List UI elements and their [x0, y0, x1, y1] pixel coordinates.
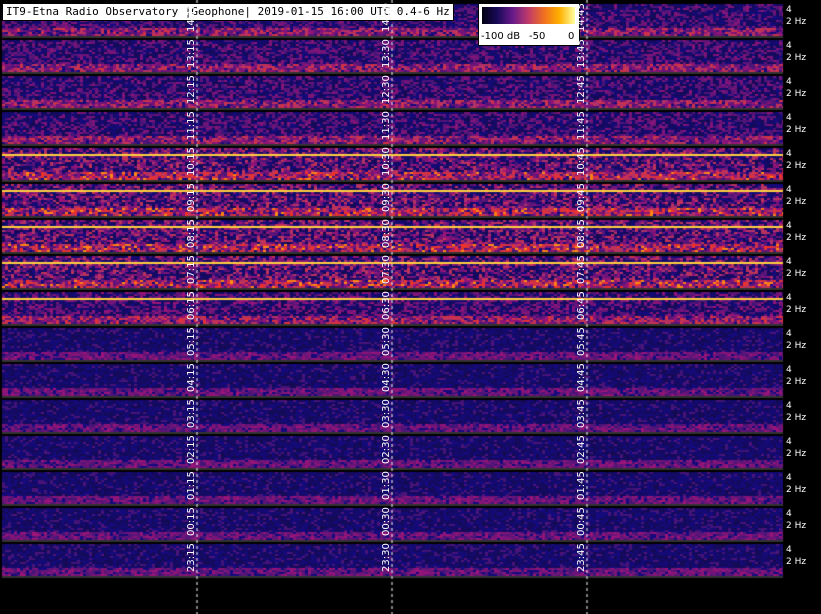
- freq-label-top: 4: [786, 113, 792, 123]
- legend-min: -100 dB: [481, 31, 521, 42]
- freq-label-top: 4: [786, 77, 792, 87]
- freq-label-top: 4: [786, 473, 792, 483]
- freq-label-top: 4: [786, 185, 792, 195]
- freq-label-bottom: 2 Hz: [786, 305, 807, 315]
- time-label: 08:30: [381, 219, 392, 248]
- time-label: 10:45: [576, 147, 587, 176]
- time-label: 01:30: [381, 471, 392, 500]
- time-label: 08:15: [186, 219, 197, 248]
- time-label: 23:15: [186, 543, 197, 572]
- time-label: 02:15: [186, 435, 197, 464]
- legend-color-bar: [482, 7, 575, 24]
- freq-label-bottom: 2 Hz: [786, 125, 807, 135]
- freq-label-bottom: 2 Hz: [786, 413, 807, 423]
- freq-label-top: 4: [786, 293, 792, 303]
- freq-label-bottom: 2 Hz: [786, 197, 807, 207]
- time-label: 23:45: [576, 543, 587, 572]
- legend-max: 0: [568, 31, 575, 42]
- time-label: 07:15: [186, 255, 197, 284]
- time-label: 12:30: [381, 75, 392, 104]
- time-label: 04:30: [381, 363, 392, 392]
- time-label: 06:30: [381, 291, 392, 320]
- time-label: 09:30: [381, 183, 392, 212]
- spectrogram: [0, 0, 821, 614]
- time-label: 00:15: [186, 507, 197, 536]
- time-label: 07:30: [381, 255, 392, 284]
- freq-label-bottom: 2 Hz: [786, 89, 807, 99]
- freq-label-top: 4: [786, 257, 792, 267]
- time-label: 03:45: [576, 399, 587, 428]
- time-label: 05:30: [381, 327, 392, 356]
- time-label: 00:30: [381, 507, 392, 536]
- time-label: 13:45: [576, 39, 587, 68]
- time-label: 02:45: [576, 435, 587, 464]
- color-legend: -100 dB -50 0: [478, 3, 580, 46]
- freq-label-bottom: 2 Hz: [786, 341, 807, 351]
- time-label: 09:15: [186, 183, 197, 212]
- freq-label-bottom: 2 Hz: [786, 17, 807, 27]
- time-label: 13:30: [381, 39, 392, 68]
- time-label: 14:30: [381, 3, 392, 32]
- time-label: 14:45: [576, 3, 587, 32]
- time-label: 14:15: [186, 3, 197, 32]
- time-label: 00:45: [576, 507, 587, 536]
- time-label: 11:45: [576, 111, 587, 140]
- freq-label-top: 4: [786, 149, 792, 159]
- freq-label-bottom: 2 Hz: [786, 557, 807, 567]
- time-label: 05:45: [576, 327, 587, 356]
- time-label: 01:45: [576, 471, 587, 500]
- freq-label-bottom: 2 Hz: [786, 269, 807, 279]
- time-label: 10:15: [186, 147, 197, 176]
- time-label: 11:30: [381, 111, 392, 140]
- freq-label-bottom: 2 Hz: [786, 53, 807, 63]
- time-label: 04:15: [186, 363, 197, 392]
- time-label: 02:30: [381, 435, 392, 464]
- freq-label-top: 4: [786, 5, 792, 15]
- time-label: 13:15: [186, 39, 197, 68]
- freq-label-top: 4: [786, 365, 792, 375]
- time-label: 10:30: [381, 147, 392, 176]
- time-label: 07:45: [576, 255, 587, 284]
- freq-label-top: 4: [786, 545, 792, 555]
- time-label: 03:30: [381, 399, 392, 428]
- time-label: 12:15: [186, 75, 197, 104]
- time-label: 01:15: [186, 471, 197, 500]
- freq-label-top: 4: [786, 41, 792, 51]
- freq-label-bottom: 2 Hz: [786, 485, 807, 495]
- time-label: 12:45: [576, 75, 587, 104]
- time-label: 05:15: [186, 327, 197, 356]
- freq-label-bottom: 2 Hz: [786, 449, 807, 459]
- freq-label-bottom: 2 Hz: [786, 521, 807, 531]
- time-label: 04:45: [576, 363, 587, 392]
- freq-label-top: 4: [786, 221, 792, 231]
- freq-label-top: 4: [786, 437, 792, 447]
- freq-label-bottom: 2 Hz: [786, 377, 807, 387]
- time-label: 06:15: [186, 291, 197, 320]
- time-label: 08:45: [576, 219, 587, 248]
- freq-label-bottom: 2 Hz: [786, 161, 807, 171]
- time-label: 03:15: [186, 399, 197, 428]
- time-label: 06:45: [576, 291, 587, 320]
- freq-label-top: 4: [786, 401, 792, 411]
- time-label: 23:30: [381, 543, 392, 572]
- time-label: 09:45: [576, 183, 587, 212]
- freq-label-bottom: 2 Hz: [786, 233, 807, 243]
- freq-label-top: 4: [786, 329, 792, 339]
- time-label: 11:15: [186, 111, 197, 140]
- freq-label-top: 4: [786, 509, 792, 519]
- legend-mid: -50: [529, 31, 546, 42]
